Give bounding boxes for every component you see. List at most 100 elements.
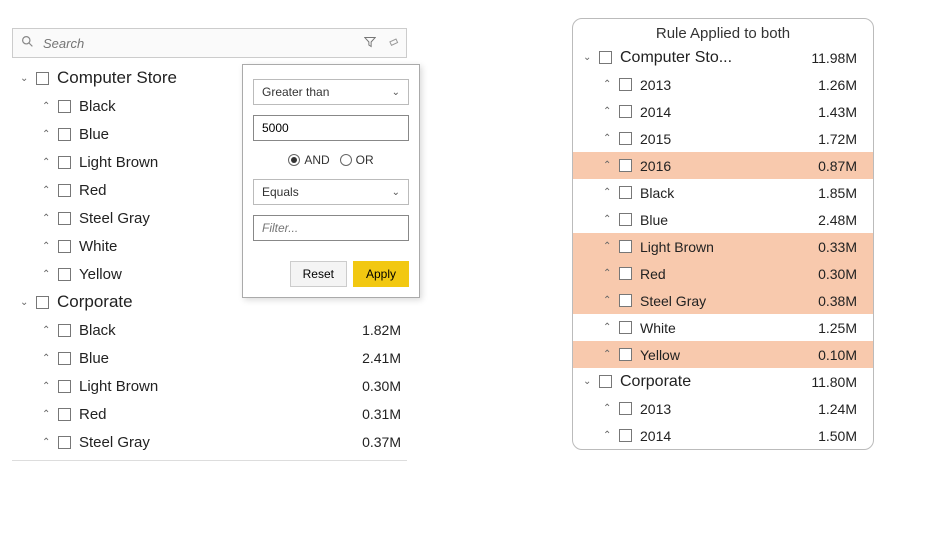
caret-up-icon[interactable]: ⌃ bbox=[42, 129, 54, 140]
caret-up-icon[interactable]: ⌃ bbox=[42, 409, 54, 420]
caret-up-icon[interactable]: ⌃ bbox=[603, 187, 615, 198]
caret-up-icon[interactable]: ⌃ bbox=[42, 213, 54, 224]
tree-item[interactable]: ⌃Blue2.48M bbox=[573, 206, 873, 233]
checkbox[interactable] bbox=[58, 184, 71, 197]
checkbox[interactable] bbox=[36, 72, 49, 85]
caret-up-icon[interactable]: ⌃ bbox=[603, 79, 615, 90]
tree-group-corporate[interactable]: ⌄ Corporate 11.80M bbox=[573, 368, 873, 395]
checkbox[interactable] bbox=[619, 348, 632, 361]
caret-up-icon[interactable]: ⌃ bbox=[603, 106, 615, 117]
checkbox[interactable] bbox=[58, 212, 71, 225]
tree-item[interactable]: ⌃Black1.82M bbox=[12, 316, 407, 344]
caret-up-icon[interactable]: ⌃ bbox=[603, 133, 615, 144]
item-label: Steel Gray bbox=[640, 293, 793, 309]
and-radio[interactable]: AND bbox=[288, 153, 329, 167]
tree-item[interactable]: ⌃20141.43M bbox=[573, 98, 873, 125]
value-2-input[interactable] bbox=[253, 215, 409, 241]
checkbox[interactable] bbox=[58, 380, 71, 393]
caret-up-icon[interactable]: ⌃ bbox=[42, 101, 54, 112]
reset-button[interactable]: Reset bbox=[290, 261, 347, 287]
checkbox[interactable] bbox=[619, 132, 632, 145]
operator-1-label: Greater than bbox=[262, 85, 329, 99]
tree-item[interactable]: ⌃Steel Gray0.37M bbox=[12, 428, 407, 456]
tree-item[interactable]: ⌃Light Brown0.30M bbox=[12, 372, 407, 400]
tree-item[interactable]: ⌃Yellow0.10M bbox=[573, 341, 873, 368]
checkbox[interactable] bbox=[619, 159, 632, 172]
tree-item[interactable]: ⌃20141.50M bbox=[573, 422, 873, 449]
caret-up-icon[interactable]: ⌃ bbox=[42, 381, 54, 392]
caret-up-icon[interactable]: ⌃ bbox=[42, 353, 54, 364]
eraser-icon[interactable] bbox=[382, 36, 406, 51]
tree-item[interactable]: ⌃Black1.85M bbox=[573, 179, 873, 206]
caret-up-icon[interactable]: ⌃ bbox=[42, 185, 54, 196]
tree-item[interactable]: ⌃Blue2.41M bbox=[12, 344, 407, 372]
checkbox[interactable] bbox=[619, 321, 632, 334]
tree-item[interactable]: ⌃Red0.31M bbox=[12, 400, 407, 428]
caret-up-icon[interactable]: ⌃ bbox=[603, 268, 615, 279]
tree-item[interactable]: ⌃Red0.30M bbox=[573, 260, 873, 287]
operator-1-select[interactable]: Greater than ⌄ bbox=[253, 79, 409, 105]
checkbox[interactable] bbox=[58, 128, 71, 141]
divider bbox=[12, 460, 407, 461]
checkbox[interactable] bbox=[619, 429, 632, 442]
value-1-input[interactable] bbox=[253, 115, 409, 141]
checkbox[interactable] bbox=[619, 213, 632, 226]
caret-up-icon[interactable]: ⌃ bbox=[603, 349, 615, 360]
caret-up-icon[interactable]: ⌃ bbox=[603, 241, 615, 252]
caret-up-icon[interactable]: ⌃ bbox=[603, 430, 615, 441]
checkbox[interactable] bbox=[58, 268, 71, 281]
caret-up-icon[interactable]: ⌃ bbox=[603, 214, 615, 225]
checkbox[interactable] bbox=[58, 240, 71, 253]
apply-button[interactable]: Apply bbox=[353, 261, 409, 287]
tree-item[interactable]: ⌃20131.24M bbox=[573, 395, 873, 422]
checkbox[interactable] bbox=[58, 100, 71, 113]
checkbox[interactable] bbox=[58, 156, 71, 169]
checkbox[interactable] bbox=[619, 240, 632, 253]
search-bar[interactable] bbox=[12, 28, 407, 58]
group-value: 11.98M bbox=[793, 50, 857, 66]
tree-item[interactable]: ⌃White1.25M bbox=[573, 314, 873, 341]
filter-icon[interactable] bbox=[358, 36, 382, 51]
right-panel-title: Rule Applied to both bbox=[573, 19, 873, 44]
tree-item[interactable]: ⌃20151.72M bbox=[573, 125, 873, 152]
tree-item[interactable]: ⌃Light Brown0.33M bbox=[573, 233, 873, 260]
checkbox[interactable] bbox=[599, 51, 612, 64]
checkbox[interactable] bbox=[619, 294, 632, 307]
tree-item[interactable]: ⌃Steel Gray0.38M bbox=[573, 287, 873, 314]
caret-up-icon[interactable]: ⌃ bbox=[603, 295, 615, 306]
checkbox[interactable] bbox=[619, 267, 632, 280]
caret-up-icon[interactable]: ⌃ bbox=[42, 269, 54, 280]
caret-down-icon[interactable]: ⌄ bbox=[20, 73, 32, 84]
caret-down-icon[interactable]: ⌄ bbox=[583, 52, 595, 63]
search-icon bbox=[13, 35, 41, 51]
caret-up-icon[interactable]: ⌃ bbox=[603, 322, 615, 333]
operator-2-select[interactable]: Equals ⌄ bbox=[253, 179, 409, 205]
search-input[interactable] bbox=[41, 35, 358, 52]
checkbox[interactable] bbox=[619, 78, 632, 91]
caret-up-icon[interactable]: ⌃ bbox=[42, 241, 54, 252]
item-label: 2013 bbox=[640, 77, 793, 93]
checkbox[interactable] bbox=[36, 296, 49, 309]
or-radio[interactable]: OR bbox=[340, 153, 374, 167]
checkbox[interactable] bbox=[58, 436, 71, 449]
caret-up-icon[interactable]: ⌃ bbox=[42, 437, 54, 448]
checkbox[interactable] bbox=[619, 105, 632, 118]
caret-up-icon[interactable]: ⌃ bbox=[603, 403, 615, 414]
caret-up-icon[interactable]: ⌃ bbox=[603, 160, 615, 171]
checkbox[interactable] bbox=[58, 352, 71, 365]
caret-down-icon[interactable]: ⌄ bbox=[20, 297, 32, 308]
checkbox[interactable] bbox=[619, 402, 632, 415]
tree-item[interactable]: ⌃20131.26M bbox=[573, 71, 873, 98]
caret-up-icon[interactable]: ⌃ bbox=[42, 157, 54, 168]
checkbox[interactable] bbox=[619, 186, 632, 199]
checkbox[interactable] bbox=[599, 375, 612, 388]
checkbox[interactable] bbox=[58, 324, 71, 337]
group-label: Corporate bbox=[620, 373, 793, 391]
item-value: 0.30M bbox=[793, 266, 857, 282]
radio-dot-icon bbox=[340, 154, 352, 166]
caret-up-icon[interactable]: ⌃ bbox=[42, 325, 54, 336]
tree-item[interactable]: ⌃20160.87M bbox=[573, 152, 873, 179]
tree-group-computer-store[interactable]: ⌄ Computer Sto... 11.98M bbox=[573, 44, 873, 71]
caret-down-icon[interactable]: ⌄ bbox=[583, 376, 595, 387]
checkbox[interactable] bbox=[58, 408, 71, 421]
